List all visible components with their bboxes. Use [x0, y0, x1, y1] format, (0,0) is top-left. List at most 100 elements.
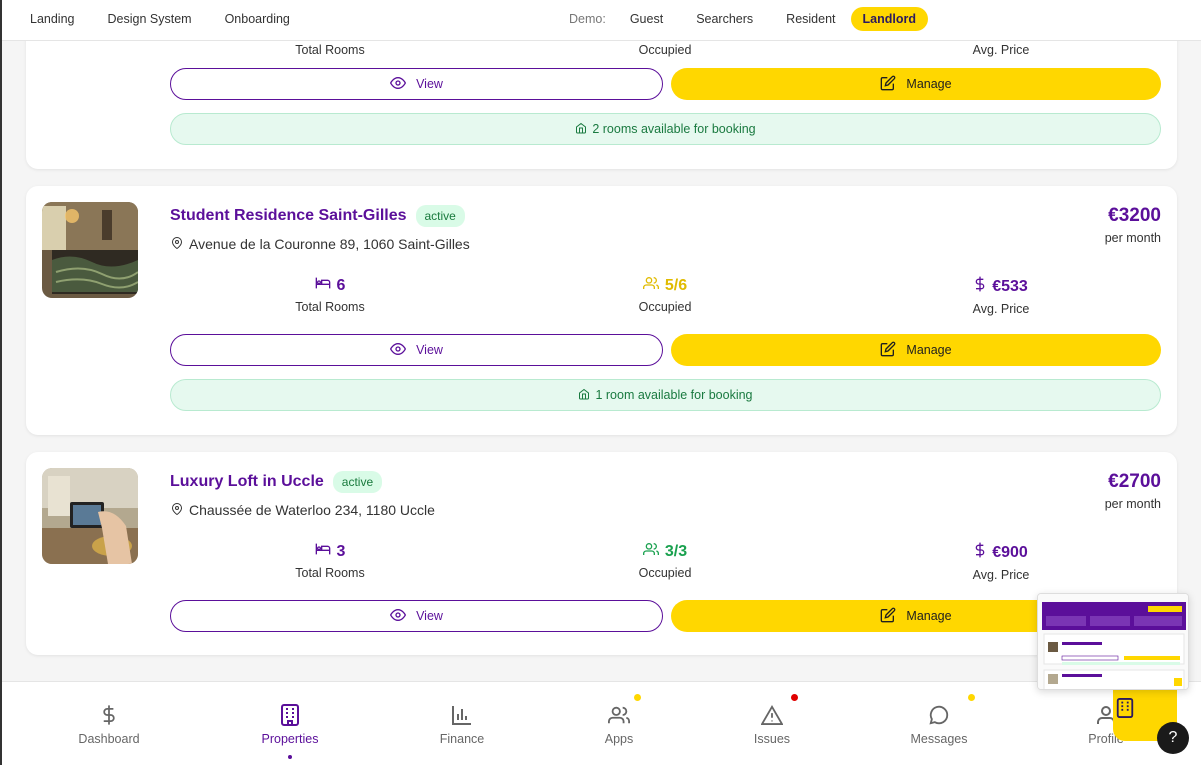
stat-avg-price: €533 Avg. Price: [901, 276, 1101, 316]
eye-icon: [389, 75, 407, 94]
notification-dot: [791, 694, 798, 701]
view-button[interactable]: View: [170, 68, 663, 100]
title-row: Student Residence Saint-Gilles active: [170, 205, 465, 227]
stat-label: Occupied: [638, 300, 692, 314]
property-card: Student Residence Saint-Gilles active Av…: [26, 186, 1177, 435]
nav-label: Dashboard: [78, 732, 140, 746]
demo-switcher: Demo: Guest Searchers Resident Landlord: [569, 7, 928, 31]
occupied-count: 5/6: [664, 276, 688, 294]
nav-link-design-system[interactable]: Design System: [108, 12, 192, 26]
edit-icon: [880, 75, 896, 94]
availability-banner: 2 rooms available for booking: [170, 113, 1161, 145]
nav-label: Issues: [753, 732, 791, 746]
nav-item-apps[interactable]: Apps: [559, 702, 679, 746]
property-title[interactable]: Student Residence Saint-Gilles: [170, 207, 407, 225]
view-label: View: [416, 343, 443, 357]
availability-text: 2 rooms available for booking: [592, 122, 756, 136]
users-icon: [559, 702, 679, 728]
manage-button[interactable]: Manage: [671, 68, 1161, 100]
property-card: Luxury Loft in Uccle active Chaussée de …: [26, 452, 1177, 655]
view-label: View: [416, 77, 443, 91]
view-button[interactable]: View: [170, 334, 663, 366]
help-button[interactable]: ?: [1157, 722, 1189, 754]
demo-option-guest[interactable]: Guest: [630, 12, 663, 26]
demo-option-landlord[interactable]: Landlord: [850, 7, 928, 31]
building-icon: [1116, 698, 1134, 723]
map-pin-icon: [171, 502, 183, 518]
rooms-count: 3: [336, 542, 346, 560]
rooms-count: 6: [336, 276, 346, 294]
dollar-icon: [974, 276, 986, 297]
stat-value: 3/3: [565, 542, 765, 561]
eye-icon: [389, 607, 407, 626]
dollar-icon: [974, 542, 986, 563]
stat-label: Occupied: [638, 43, 692, 57]
building-icon: [230, 702, 350, 728]
availability-banner: 1 room available for booking: [170, 379, 1161, 411]
property-address: Avenue de la Couronne 89, 1060 Saint-Gil…: [171, 236, 470, 252]
page-preview-thumbnail[interactable]: [1037, 593, 1189, 690]
price-amount: €2700: [1108, 471, 1161, 492]
stat-value: 6: [230, 276, 430, 295]
view-button[interactable]: View: [170, 600, 663, 632]
stat-label: Avg. Price: [972, 302, 1030, 316]
nav-item-messages[interactable]: Messages: [879, 702, 999, 746]
status-badge: active: [332, 471, 383, 493]
stat-label: Total Rooms: [295, 300, 365, 314]
home-icon: [578, 388, 590, 403]
avg-price-value: €900: [992, 543, 1028, 561]
demo-option-resident[interactable]: Resident: [786, 12, 835, 26]
top-nav-links: Landing Design System Onboarding: [30, 12, 290, 26]
nav-label: Apps: [604, 732, 634, 746]
price-period: per month: [1104, 231, 1161, 245]
nav-item-dashboard[interactable]: Dashboard: [49, 702, 169, 746]
nav-item-finance[interactable]: Finance: [402, 702, 522, 746]
address-text: Avenue de la Couronne 89, 1060 Saint-Gil…: [189, 236, 470, 252]
nav-item-issues[interactable]: Issues: [712, 702, 832, 746]
nav-label: Finance: [439, 732, 485, 746]
stat-label: Total Rooms: [295, 43, 365, 57]
stat-occupied: 5/6 Occupied: [565, 276, 765, 315]
property-photo[interactable]: [42, 468, 138, 564]
occupied-count: 3/3: [664, 542, 688, 560]
notification-dot: [634, 694, 641, 701]
eye-icon: [389, 341, 407, 360]
manage-label: Manage: [906, 609, 952, 623]
stat-value: 3: [230, 542, 430, 561]
demo-option-searchers[interactable]: Searchers: [696, 12, 753, 26]
notification-dot: [968, 694, 975, 701]
title-row: Luxury Loft in Uccle active: [170, 471, 383, 493]
price-period: per month: [1104, 497, 1161, 511]
users-icon: [642, 276, 659, 295]
window-edge: [0, 0, 2, 765]
nav-label: Messages: [910, 732, 968, 746]
status-badge: active: [415, 205, 465, 227]
manage-button[interactable]: Manage: [671, 334, 1161, 366]
edit-icon: [880, 607, 896, 626]
warning-icon: [712, 702, 832, 728]
nav-link-onboarding[interactable]: Onboarding: [225, 12, 290, 26]
manage-label: Manage: [906, 343, 952, 357]
nav-link-landing[interactable]: Landing: [30, 12, 75, 26]
active-indicator: [288, 755, 292, 759]
availability-text: 1 room available for booking: [595, 388, 753, 402]
stat-label: Total Rooms: [295, 566, 365, 580]
stat-total-rooms: 6 Total Rooms: [230, 276, 430, 315]
manage-label: Manage: [906, 77, 952, 91]
nav-item-properties[interactable]: Properties: [230, 702, 350, 759]
property-address: Chaussée de Waterloo 234, 1180 Uccle: [171, 502, 435, 518]
property-title[interactable]: Luxury Loft in Uccle: [170, 473, 324, 491]
bed-icon: [315, 542, 331, 561]
stat-value: €900: [901, 542, 1101, 563]
edit-icon: [880, 341, 896, 360]
stat-occupied: 3/3 Occupied: [565, 542, 765, 581]
price-amount: €3200: [1108, 205, 1161, 226]
bar-chart-icon: [402, 702, 522, 728]
property-photo[interactable]: [42, 202, 138, 298]
home-icon: [575, 122, 587, 137]
price-block: €3200 per month: [1105, 205, 1161, 245]
stat-value: €533: [901, 276, 1101, 297]
avg-price-value: €533: [992, 277, 1028, 295]
price-block: €2700 per month: [1105, 471, 1161, 511]
stat-label: Avg. Price: [972, 43, 1030, 57]
